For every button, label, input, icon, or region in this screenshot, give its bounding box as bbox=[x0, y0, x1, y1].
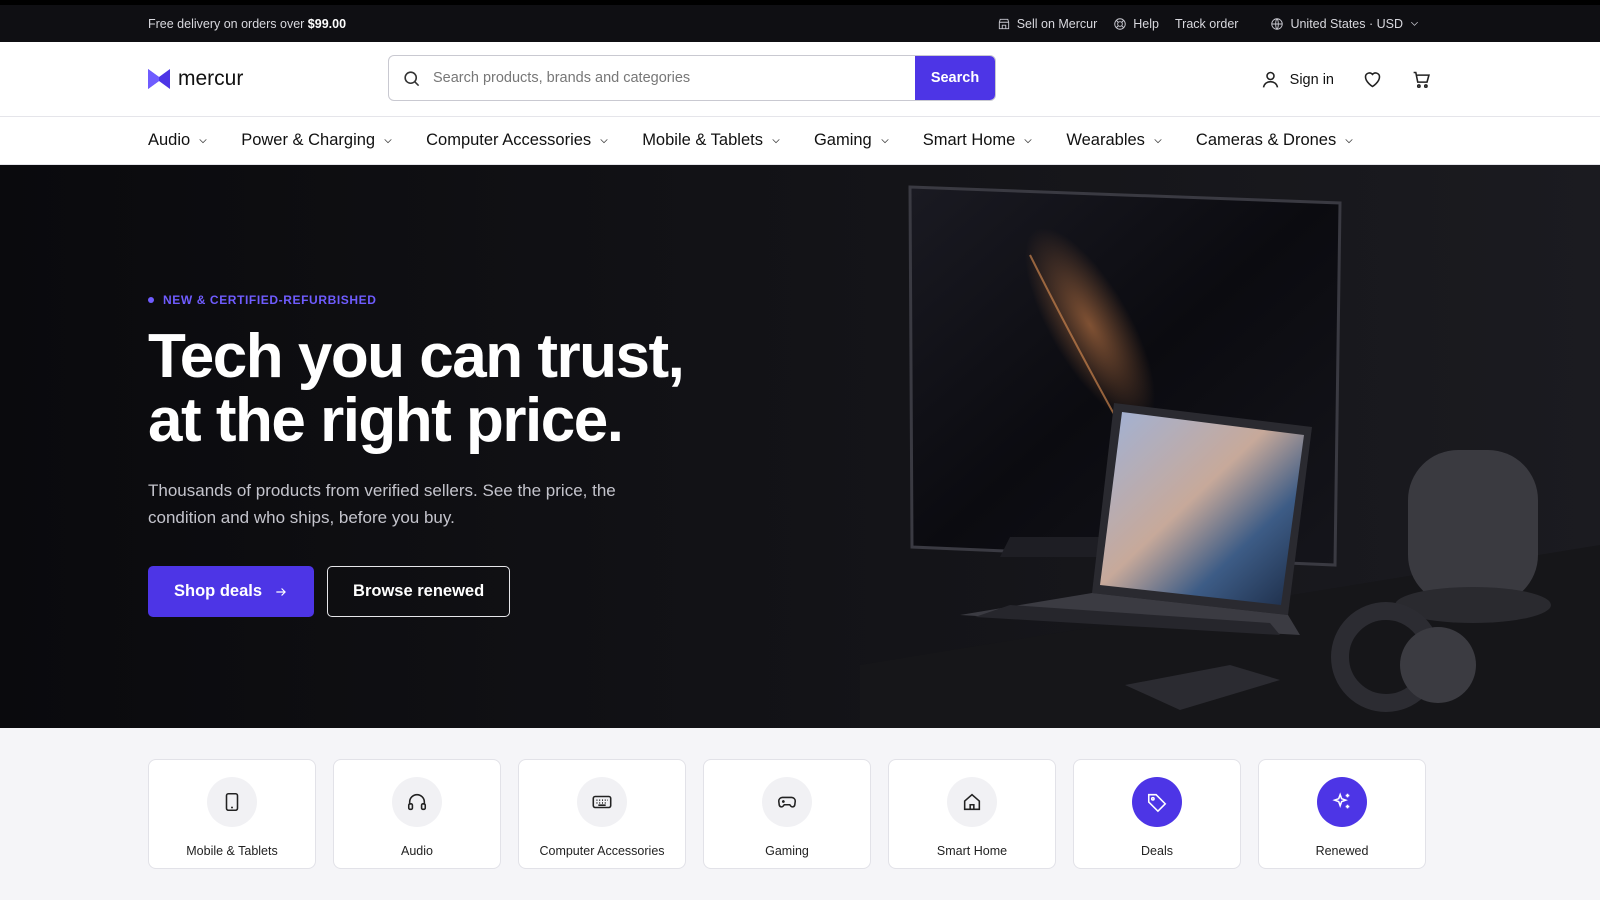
browse-renewed-button[interactable]: Browse renewed bbox=[327, 566, 511, 617]
utility-links: Sell on Mercur Help Track order United S… bbox=[997, 17, 1420, 31]
nav-gaming[interactable]: Gaming bbox=[814, 131, 890, 150]
tile-smart-home[interactable]: Smart Home bbox=[888, 759, 1056, 869]
region-currency-selector[interactable]: United States · USD bbox=[1270, 17, 1420, 31]
hero-actions: Shop deals Browse renewed bbox=[148, 566, 768, 617]
announcement-bar: Free delivery on orders over $99.00 Sell… bbox=[0, 0, 1600, 42]
tablet-icon bbox=[207, 777, 257, 827]
sparkles-icon bbox=[1317, 777, 1367, 827]
chevron-down-icon bbox=[881, 138, 889, 143]
tile-mobile-tablets[interactable]: Mobile & Tablets bbox=[148, 759, 316, 869]
hero-banner: NEW & CERTIFIED-REFURBISHED Tech you can… bbox=[0, 165, 1600, 728]
category-tiles: Mobile & Tablets Audio Computer Accessor… bbox=[148, 759, 1452, 869]
tile-gaming[interactable]: Gaming bbox=[703, 759, 871, 869]
globe-icon bbox=[1271, 17, 1284, 30]
search-icon bbox=[389, 69, 433, 88]
hero-product-image bbox=[860, 185, 1600, 728]
tile-computer-accessories[interactable]: Computer Accessories bbox=[518, 759, 686, 869]
user-icon bbox=[1262, 71, 1278, 88]
hero-eyebrow: NEW & CERTIFIED-REFURBISHED bbox=[148, 293, 768, 307]
shop-deals-button[interactable]: Shop deals bbox=[148, 566, 315, 617]
hero-subtitle: Thousands of products from verified sell… bbox=[148, 481, 616, 527]
gamepad-icon bbox=[762, 777, 812, 827]
store-icon bbox=[998, 18, 1009, 29]
help-link[interactable]: Help bbox=[1113, 17, 1159, 31]
sign-in-link[interactable]: Sign in bbox=[1260, 69, 1334, 90]
tile-renewed[interactable]: Renewed bbox=[1258, 759, 1426, 869]
home-icon bbox=[947, 777, 997, 827]
cart-icon[interactable] bbox=[1411, 69, 1432, 90]
category-tiles-section: Mobile & Tablets Audio Computer Accessor… bbox=[0, 728, 1600, 900]
brand-logo[interactable]: mercur bbox=[148, 67, 388, 91]
nav-power-charging[interactable]: Power & Charging bbox=[241, 131, 393, 150]
hero-title: Tech you can trust, at the right price. bbox=[148, 322, 685, 455]
category-nav: Audio Power & Charging Computer Accessor… bbox=[0, 117, 1600, 165]
site-header: mercur Search Sign in bbox=[0, 42, 1600, 117]
wishlist-heart-icon[interactable] bbox=[1362, 69, 1383, 90]
nav-smart-home[interactable]: Smart Home bbox=[923, 131, 1034, 150]
arrow-right-icon bbox=[276, 587, 286, 596]
chevron-down-icon bbox=[1411, 21, 1418, 26]
nav-wearables[interactable]: Wearables bbox=[1066, 131, 1163, 150]
chevron-down-icon bbox=[199, 138, 207, 143]
chevron-down-icon bbox=[1154, 138, 1162, 143]
chevron-down-icon bbox=[772, 138, 780, 143]
free-delivery-promo: Free delivery on orders over $99.00 bbox=[148, 16, 347, 31]
nav-computer-accessories[interactable]: Computer Accessories bbox=[426, 131, 609, 150]
tile-audio[interactable]: Audio bbox=[333, 759, 501, 869]
chevron-down-icon bbox=[1345, 138, 1353, 143]
headphones-icon bbox=[392, 777, 442, 827]
chevron-down-icon bbox=[384, 138, 392, 143]
track-order-link[interactable]: Track order bbox=[1175, 17, 1238, 31]
lifebuoy-icon bbox=[1114, 17, 1126, 30]
hero-copy: NEW & CERTIFIED-REFURBISHED Tech you can… bbox=[148, 293, 768, 617]
chevron-down-icon bbox=[600, 138, 608, 143]
nav-cameras-drones[interactable]: Cameras & Drones bbox=[1196, 131, 1354, 150]
search-button[interactable]: Search bbox=[915, 56, 995, 100]
nav-audio[interactable]: Audio bbox=[148, 131, 208, 150]
mercur-logo-icon bbox=[148, 69, 170, 89]
search-bar: Search bbox=[388, 55, 996, 101]
tag-icon bbox=[1132, 777, 1182, 827]
chevron-down-icon bbox=[1024, 138, 1032, 143]
nav-mobile-tablets[interactable]: Mobile & Tablets bbox=[642, 131, 781, 150]
search-input[interactable] bbox=[433, 56, 915, 100]
eyebrow-dot-icon bbox=[148, 297, 154, 303]
keyboard-icon bbox=[577, 777, 627, 827]
account-actions: Sign in bbox=[1260, 42, 1432, 117]
tile-deals[interactable]: Deals bbox=[1073, 759, 1241, 869]
sell-on-mercur-link[interactable]: Sell on Mercur bbox=[997, 17, 1097, 31]
